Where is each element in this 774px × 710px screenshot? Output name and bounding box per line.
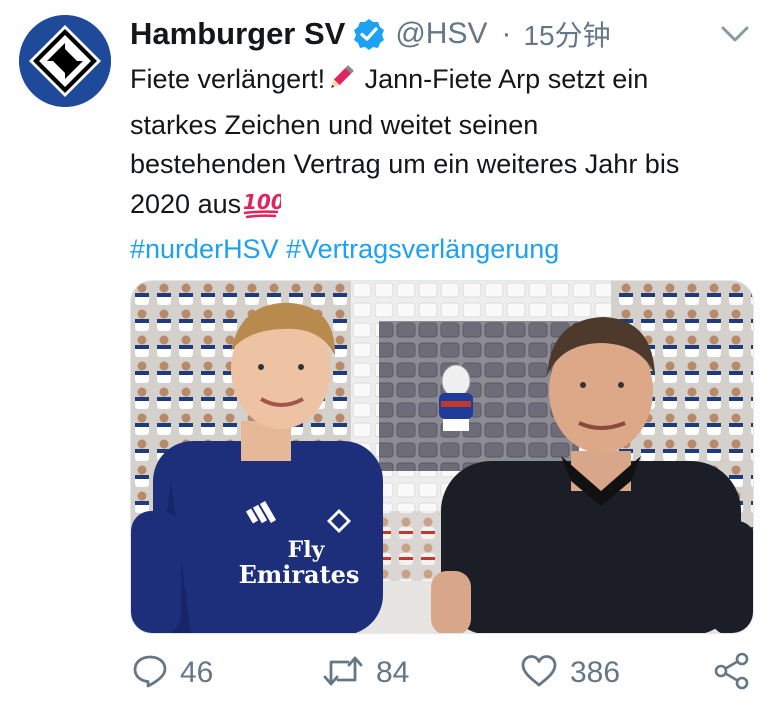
retweet-count: 84: [376, 656, 410, 689]
separator-dot: ·: [501, 17, 512, 50]
reply-icon: [132, 653, 168, 694]
hashtag-line: #nurderHSV #Vertragsverlängerung: [130, 230, 750, 270]
share-icon: [712, 651, 752, 696]
chevron-down-icon[interactable]: [718, 22, 752, 46]
tweet-header: Hamburger SV @HSV · 15分钟: [130, 12, 611, 56]
hsv-logo-icon: [19, 15, 111, 107]
tweet-text: Fiete verlängert! Jann-Fiete Arp setzt e…: [130, 60, 750, 270]
timestamp[interactable]: 15分钟: [523, 14, 610, 54]
jersey-text-line-2: Emirates: [239, 560, 360, 589]
tweet-text-line-3: bestehenden Vertrag um ein weiteres Jahr…: [130, 149, 680, 179]
retweet-icon: [322, 653, 364, 694]
verified-badge-icon: [353, 18, 385, 50]
tweet-text-line-2: starkes Zeichen und weitet seinen: [130, 109, 539, 140]
tweet-text-line-1: Fiete verlängert! Jann-Fiete Arp setzt e…: [130, 60, 750, 106]
svg-text:100: 100: [243, 190, 281, 214]
like-button[interactable]: 386: [520, 650, 620, 696]
hashtag-vertragsverlaengerung[interactable]: #Vertragsverlängerung: [286, 234, 559, 264]
heart-icon: [520, 653, 558, 694]
hundred-points-emoji-icon: 100: [241, 187, 285, 231]
retweet-button[interactable]: 84: [322, 650, 409, 696]
pencil-emoji-icon: [325, 62, 357, 106]
display-name[interactable]: Hamburger SV: [130, 16, 345, 52]
hashtag-nurderhsv[interactable]: #nurderHSV: [130, 234, 279, 264]
tweet[interactable]: Hamburger SV @HSV · 15分钟 Fiete verlänger…: [0, 0, 774, 710]
tweet-text-part: 2020 aus: [130, 188, 242, 219]
avatar[interactable]: [19, 15, 111, 107]
tweet-text-part: Fiete verlängert!: [130, 64, 326, 94]
reply-button[interactable]: 46: [132, 650, 213, 696]
share-button[interactable]: [712, 650, 752, 696]
tweet-actions: 46 84 386: [0, 640, 774, 706]
handle[interactable]: @HSV: [395, 17, 487, 51]
like-count: 386: [570, 656, 621, 689]
reply-count: 46: [180, 656, 214, 689]
tweet-text-line-4: 2020 aus 100: [130, 185, 750, 231]
tweet-text-part: Jann-Fiete Arp setzt ein: [357, 64, 649, 94]
mascot: [439, 364, 473, 431]
tweet-photo[interactable]: Fly Emirates: [130, 280, 754, 634]
